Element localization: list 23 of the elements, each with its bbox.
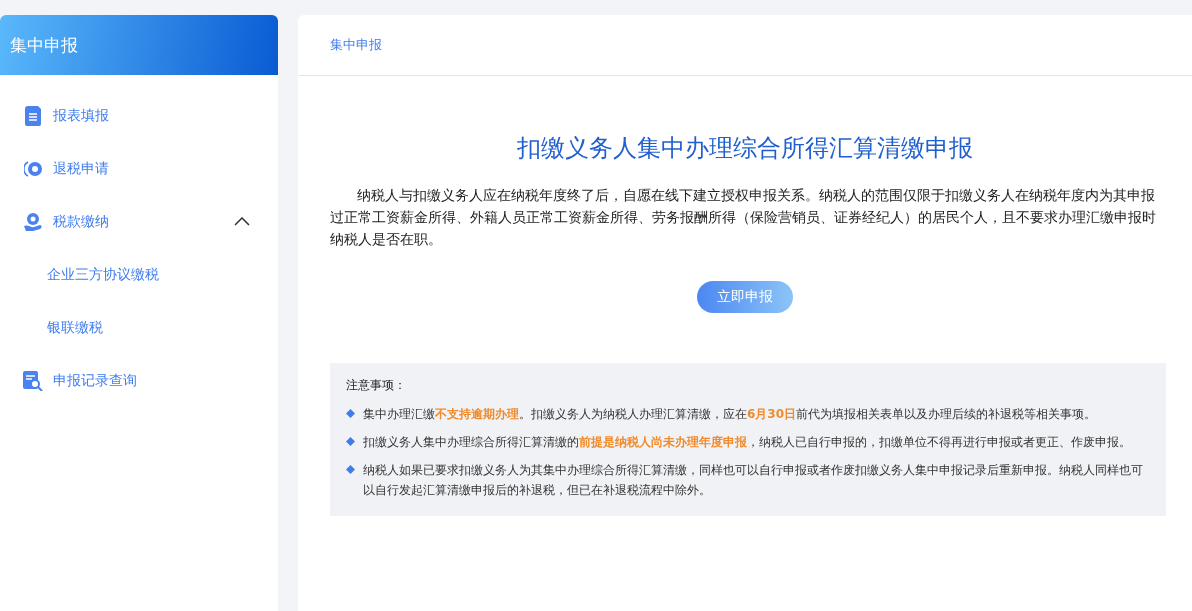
notice-title: 注意事项： [346, 377, 407, 394]
document-search-icon [23, 370, 43, 391]
diamond-bullet-icon [346, 409, 355, 418]
intro-paragraph: 纳税人与扣缴义务人应在纳税年度终了后，自愿在线下建立授权申报关系。纳税人的范围仅限于扣缴义务人在纳税年度内为其申报过正常工资薪金所得、外籍人员正常工资薪金所得、劳务报酬所得（保险营销员、证券经纪人）的居民个人，且不要求办理汇缴申报时纳税人是否在职。 [330, 186, 1157, 249]
sidebar-subitem[interactable]: 企业三方协议缴税 [0, 248, 278, 301]
hand-coin-icon [23, 211, 43, 232]
declare-button[interactable]: 立即申报 [697, 281, 793, 313]
notice-text: 扣缴义务人集中办理综合所得汇算清缴的前提是纳税人尚未办理年度申报，纳税人已自行申报的，扣缴单位不得再进行申报或者更正、作废申报。 [363, 434, 1131, 451]
chevron-up-icon[interactable] [234, 217, 250, 226]
notice-text: 纳税人如果已要求扣缴义务人为其集中办理综合所得汇算清缴，同样也可以自行申报或者作废扣缴义务人集中申报记录后重新申报。纳税人同样也可以自行发起汇算清缴申报后的补退税，但已在补退税流程中除外。 [363, 462, 1144, 499]
sidebar-title: 集中申报 [10, 33, 78, 57]
document-icon [25, 105, 41, 126]
diamond-bullet-icon [346, 465, 355, 474]
page-title: 扣缴义务人集中办理综合所得汇算清缴申报 [516, 133, 974, 164]
coin-icon [24, 159, 42, 178]
sidebar-subitem[interactable]: 银联缴税 [0, 301, 278, 354]
sidebar-item[interactable]: 报表填报 [0, 89, 278, 142]
sidebar-item[interactable]: 税款缴纳 [0, 195, 278, 248]
breadcrumb[interactable]: 集中申报 [330, 36, 382, 54]
sidebar-item[interactable]: 申报记录查询 [0, 354, 278, 407]
notice-text: 集中办理汇缴不支持逾期办理。扣缴义务人为纳税人办理汇算清缴，应在6月30日前代为填报相关表单以及办理后续的补退税等相关事项。 [363, 406, 1097, 423]
sidebar-item[interactable]: 退税申请 [0, 142, 278, 195]
diamond-bullet-icon [346, 437, 355, 446]
